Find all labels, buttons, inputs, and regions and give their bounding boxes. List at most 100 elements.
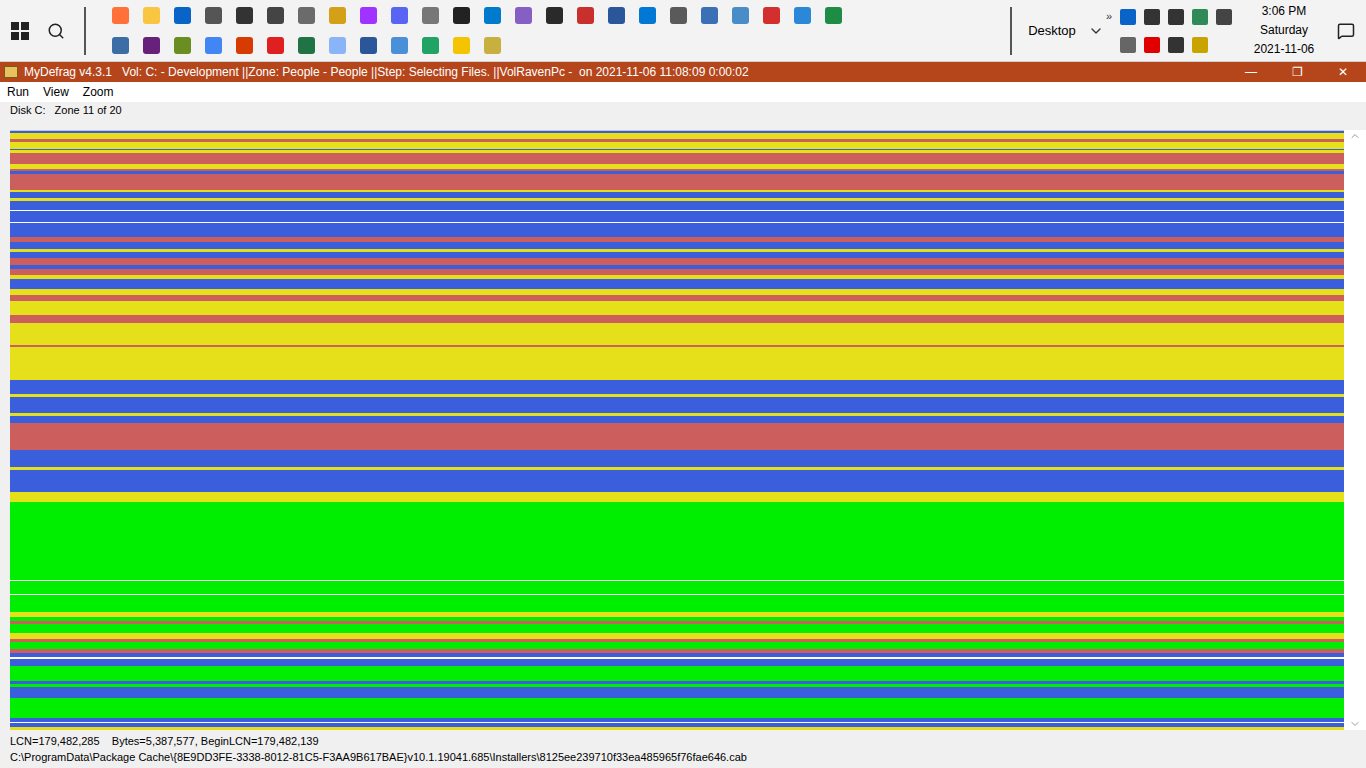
window-control[interactable]: — — [1228, 63, 1274, 81]
tray-icon[interactable] — [1144, 9, 1160, 25]
map-band — [10, 315, 1344, 323]
pinned-apps — [98, 7, 1002, 54]
map-band — [10, 211, 1344, 222]
menu-item[interactable]: Zoom — [83, 83, 114, 101]
app-icon[interactable] — [143, 7, 160, 24]
app-icon[interactable] — [422, 37, 439, 54]
app-icon[interactable] — [701, 7, 718, 24]
app-icon[interactable] — [329, 37, 346, 54]
app-icon[interactable] — [484, 37, 501, 54]
map-band — [10, 174, 1344, 190]
tray-icon[interactable] — [1168, 37, 1184, 53]
title-bar[interactable]: MyDefrag v4.3.1 Vol: C: - Development ||… — [0, 62, 1366, 82]
tray-icon[interactable] — [1168, 9, 1184, 25]
app-icon[interactable] — [267, 7, 284, 24]
app-icon[interactable] — [298, 37, 315, 54]
app-icon[interactable] — [732, 7, 749, 24]
app-icon[interactable] — [112, 37, 129, 54]
clock[interactable]: 3:06 PMSaturday2021-11-06 — [1242, 2, 1326, 59]
toolbar-label: Desktop — [1028, 21, 1076, 41]
app-icon[interactable] — [422, 7, 439, 24]
map-band — [10, 581, 1344, 594]
screen: » Desktop 3:06 PMSaturday2021-11-06 MyDefra… — [0, 0, 1366, 768]
tray-icon[interactable] — [1192, 9, 1208, 25]
app-icon[interactable] — [453, 7, 470, 24]
app-icon[interactable] — [174, 37, 191, 54]
map-band — [10, 502, 1344, 580]
overflow-button[interactable]: » — [1106, 11, 1112, 21]
app-icon[interactable] — [205, 7, 222, 24]
app-icon[interactable] — [391, 7, 408, 24]
clock-time: 3:06 PM — [1262, 2, 1307, 21]
app-icon[interactable] — [763, 7, 780, 24]
app-icon[interactable] — [360, 37, 377, 54]
disk-map-panel — [10, 130, 1366, 730]
tray-icon[interactable] — [1120, 9, 1136, 25]
map-band — [10, 323, 1344, 345]
app-icon[interactable] — [670, 7, 687, 24]
app-icon[interactable] — [143, 37, 160, 54]
map-band — [10, 279, 1344, 289]
map-band — [10, 595, 1344, 612]
map-band — [10, 727, 1344, 730]
scroll-down-icon[interactable] — [1349, 718, 1361, 730]
map-band — [10, 242, 1344, 249]
chevron-down-icon[interactable] — [1088, 23, 1104, 39]
menu-item[interactable]: View — [43, 83, 69, 101]
app-icon[interactable] — [360, 7, 377, 24]
app-icon[interactable] — [515, 7, 532, 24]
map-band — [10, 301, 1344, 314]
zone-label: Disk C: Zone 11 of 20 — [10, 102, 1356, 130]
tray-icon[interactable] — [1192, 37, 1208, 53]
map-band — [10, 666, 1344, 682]
search-icon[interactable] — [47, 22, 65, 40]
taskbar: » Desktop 3:06 PMSaturday2021-11-06 — [0, 0, 1366, 62]
app-window: MyDefrag v4.3.1 Vol: C: - Development ||… — [0, 62, 1366, 768]
tray-icon[interactable] — [1144, 37, 1160, 53]
map-band — [10, 142, 1344, 149]
window-control[interactable]: ❐ — [1274, 63, 1320, 81]
desktop-toolbar[interactable]: » Desktop — [1020, 11, 1112, 51]
app-icon[interactable] — [236, 37, 253, 54]
notification-icon[interactable] — [1337, 22, 1355, 40]
app-icon[interactable] — [205, 37, 222, 54]
app-icon[interactable] — [546, 7, 563, 24]
map-band — [10, 450, 1344, 468]
app-icon[interactable] — [391, 37, 408, 54]
status-bar: LCN=179,482,285 Bytes=5,387,577, BeginLC… — [10, 730, 1356, 768]
clock-day: Saturday — [1260, 21, 1308, 40]
app-icon[interactable] — [484, 7, 501, 24]
app-icon[interactable] — [174, 7, 191, 24]
app-icon[interactable] — [453, 37, 470, 54]
app-icon[interactable] — [329, 7, 346, 24]
map-band — [10, 223, 1344, 236]
window-title: MyDefrag v4.3.1 Vol: C: - Development ||… — [24, 63, 1228, 81]
app-icon[interactable] — [639, 7, 656, 24]
app-icon[interactable] — [608, 7, 625, 24]
app-icon[interactable] — [794, 7, 811, 24]
app-icon[interactable] — [298, 7, 315, 24]
app-icon[interactable] — [112, 7, 129, 24]
tray-icon[interactable] — [1216, 9, 1232, 25]
content: Disk C: Zone 11 of 20 LCN=179,482,285 Byt… — [0, 102, 1366, 768]
map-band — [10, 423, 1344, 450]
app-icon[interactable] — [236, 7, 253, 24]
scrollbar[interactable] — [1344, 130, 1366, 730]
map-band — [10, 698, 1344, 718]
scroll-up-icon[interactable] — [1349, 130, 1361, 142]
map-band — [10, 642, 1344, 649]
windows-logo-icon[interactable] — [11, 22, 29, 40]
map-band — [10, 153, 1344, 164]
map-band — [10, 624, 1344, 633]
map-band — [10, 347, 1344, 380]
app-icon[interactable] — [577, 7, 594, 24]
tray-icon[interactable] — [1120, 37, 1136, 53]
map-band — [10, 201, 1344, 210]
menu-item[interactable]: Run — [7, 83, 29, 101]
map-band — [10, 659, 1344, 666]
window-control[interactable]: ✕ — [1320, 63, 1366, 81]
app-icon[interactable] — [267, 37, 284, 54]
map-band — [10, 397, 1344, 413]
app-icon[interactable] — [825, 7, 842, 24]
status-position: LCN=179,482,285 Bytes=5,387,577, BeginLC… — [10, 733, 1356, 749]
